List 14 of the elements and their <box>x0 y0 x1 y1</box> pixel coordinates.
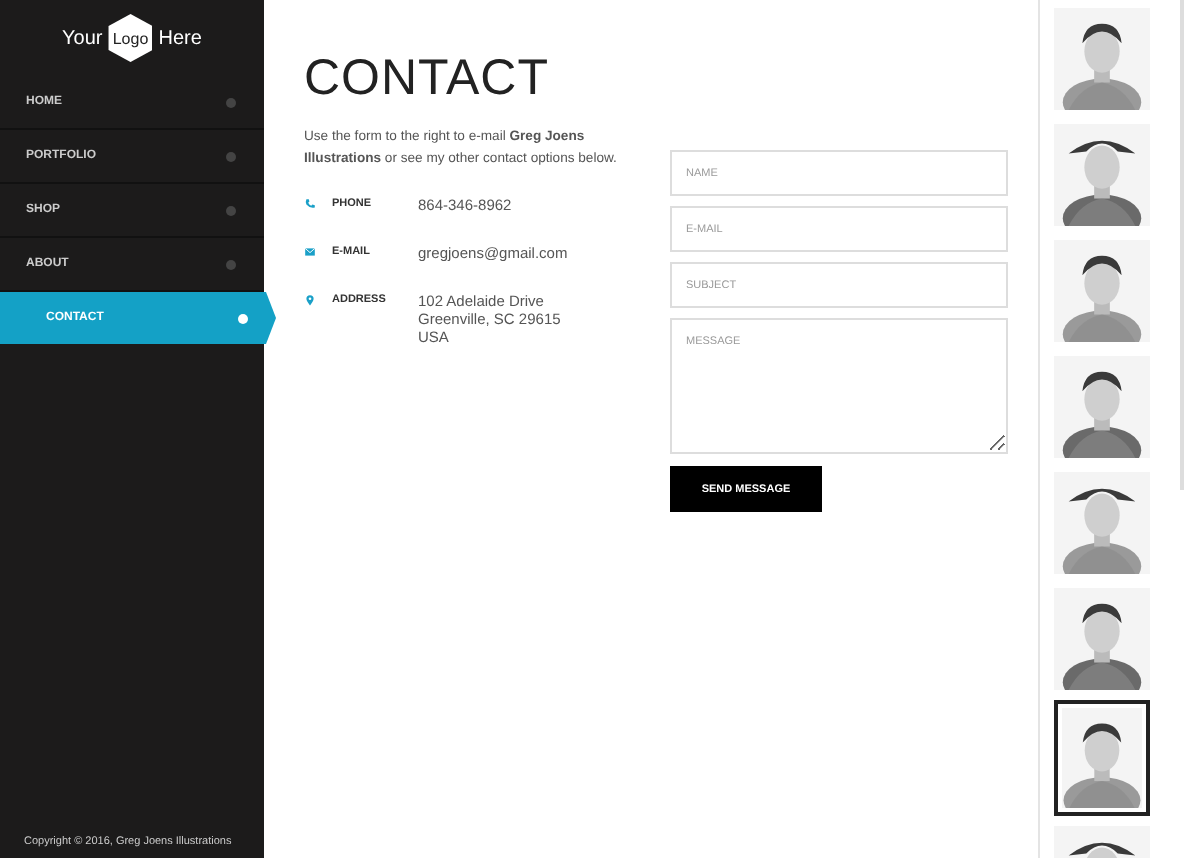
thumbnail[interactable] <box>1049 120 1153 230</box>
thumbnail[interactable] <box>1049 236 1153 346</box>
page-title: CONTACT <box>304 50 551 108</box>
thumbnail[interactable] <box>1049 584 1153 694</box>
map-pin-icon <box>304 293 316 306</box>
logo-text: Your <box>62 27 103 49</box>
scrollbar[interactable] <box>1179 0 1183 490</box>
thumbnail[interactable] <box>1049 4 1153 114</box>
thumbnail[interactable] <box>1049 468 1153 578</box>
phone-icon <box>304 197 316 210</box>
logo-text: Here <box>158 27 202 49</box>
thumbnail[interactable] <box>1053 700 1149 816</box>
envelope-icon <box>304 245 316 258</box>
thumbnail[interactable] <box>1049 352 1153 462</box>
